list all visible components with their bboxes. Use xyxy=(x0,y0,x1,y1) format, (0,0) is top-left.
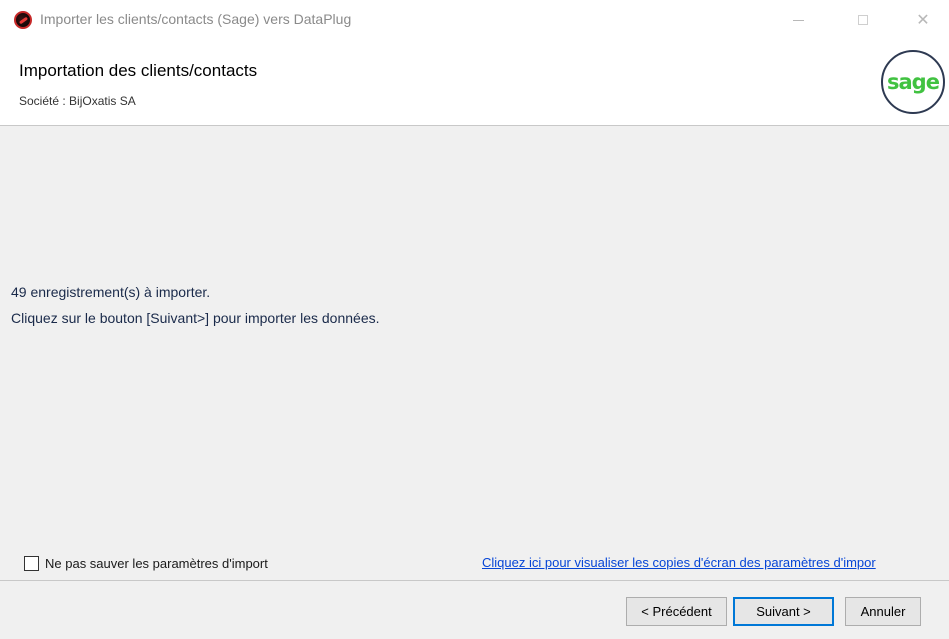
no-save-params-option[interactable]: Ne pas sauver les paramètres d'import xyxy=(24,554,268,572)
wizard-header: Importation des clients/contacts Société… xyxy=(0,40,949,126)
close-button[interactable]: ✕ xyxy=(900,0,946,40)
minimize-button[interactable] xyxy=(775,0,821,40)
no-save-params-checkbox[interactable] xyxy=(24,555,39,571)
close-icon: ✕ xyxy=(916,12,930,29)
page-title: Importation des clients/contacts xyxy=(19,61,258,80)
cancel-button[interactable]: Annuler xyxy=(845,597,921,626)
maximize-icon xyxy=(858,15,868,25)
wizard-content: 49 enregistrement(s) à importer. Cliquez… xyxy=(0,127,949,580)
sage-logo-text: sage xyxy=(887,70,940,94)
sage-logo: sage xyxy=(881,50,945,114)
instruction-message: Cliquez sur le bouton [Suivant>] pour im… xyxy=(11,310,380,326)
no-save-params-label[interactable]: Ne pas sauver les paramètres d'import xyxy=(45,556,268,571)
title-bar: Importer les clients/contacts (Sage) ver… xyxy=(0,0,949,40)
company-label: Société : BijOxatis SA xyxy=(19,94,136,108)
record-count-message: 49 enregistrement(s) à importer. xyxy=(11,284,211,300)
footer-divider xyxy=(0,580,949,581)
view-screenshots-link[interactable]: Cliquez ici pour visualiser les copies d… xyxy=(482,555,876,570)
previous-button[interactable]: < Précédent xyxy=(626,597,727,626)
next-button[interactable]: Suivant > xyxy=(733,597,834,626)
app-icon xyxy=(14,11,32,29)
window-title: Importer les clients/contacts (Sage) ver… xyxy=(40,11,352,27)
minimize-icon xyxy=(792,19,804,21)
maximize-button[interactable] xyxy=(840,0,886,40)
